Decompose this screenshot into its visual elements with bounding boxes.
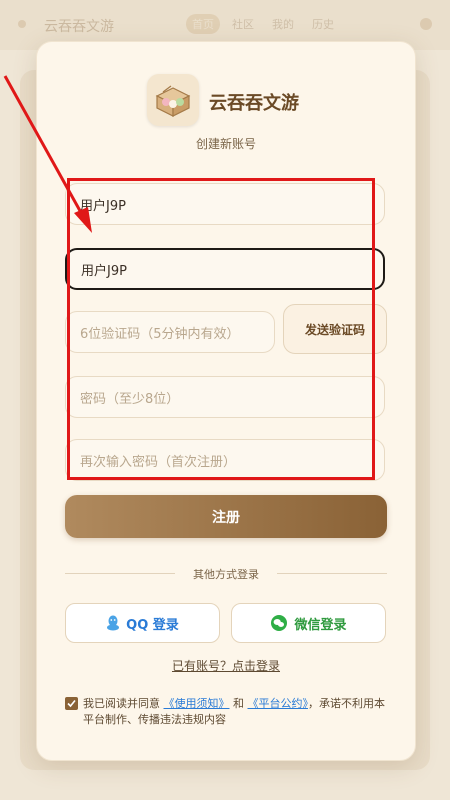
- annotation-arrow: [3, 75, 92, 233]
